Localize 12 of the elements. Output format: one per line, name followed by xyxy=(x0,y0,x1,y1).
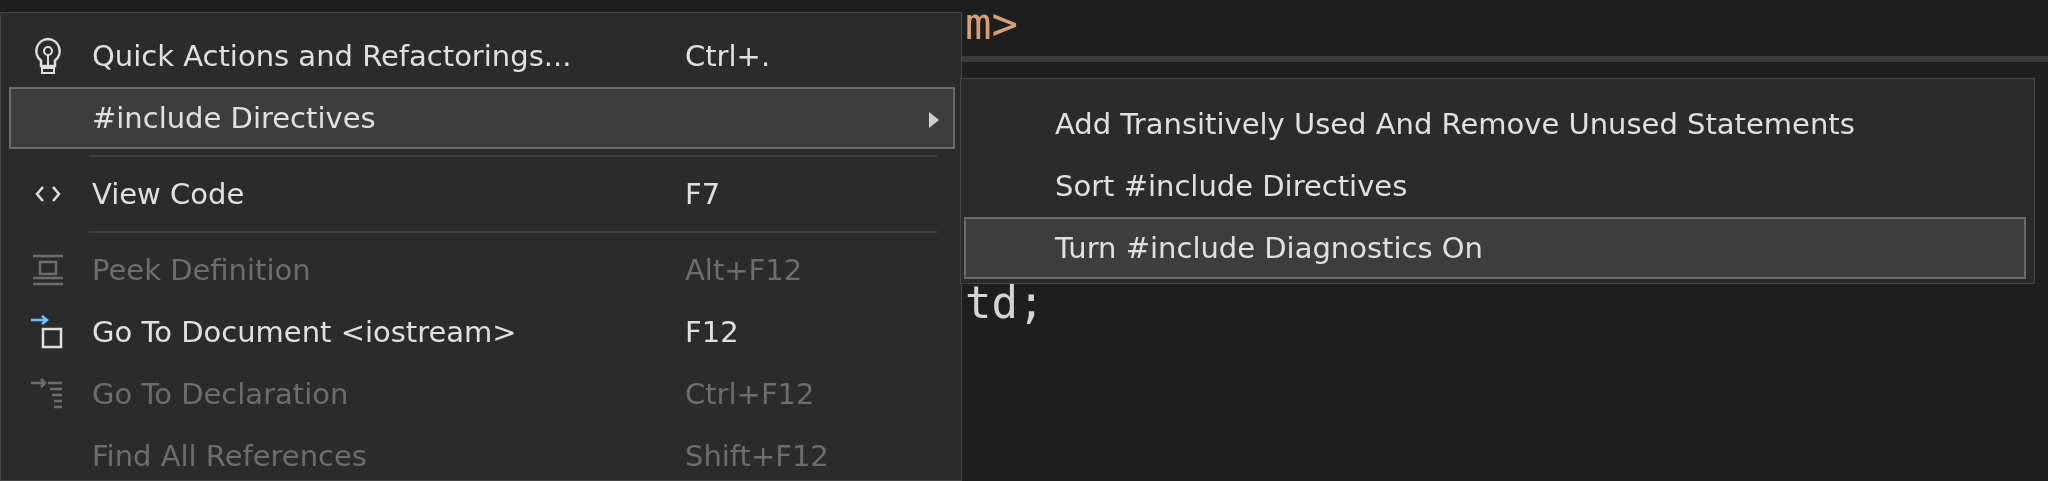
lightbulb-icon xyxy=(32,37,63,75)
menu-item[interactable]: Go To Document <iostream> F12 xyxy=(9,301,955,363)
peek-icon xyxy=(30,253,65,287)
menu-item[interactable]: Add Transitively Used And Remove Unused Statements xyxy=(964,93,2026,155)
code-icon xyxy=(34,185,61,203)
menu-item[interactable]: View Code F7 xyxy=(9,163,955,225)
menu-item[interactable]: Sort #include Directives xyxy=(964,155,2026,217)
code-text: td; xyxy=(965,277,1045,328)
menu-item[interactable]: Turn #include Diagnostics On xyxy=(964,217,2026,279)
menu-item[interactable]: Quick Actions and Refactorings... Ctrl+. xyxy=(9,25,955,87)
code-text: m> xyxy=(965,0,1018,48)
menu-item[interactable]: #include Directives xyxy=(9,87,955,149)
